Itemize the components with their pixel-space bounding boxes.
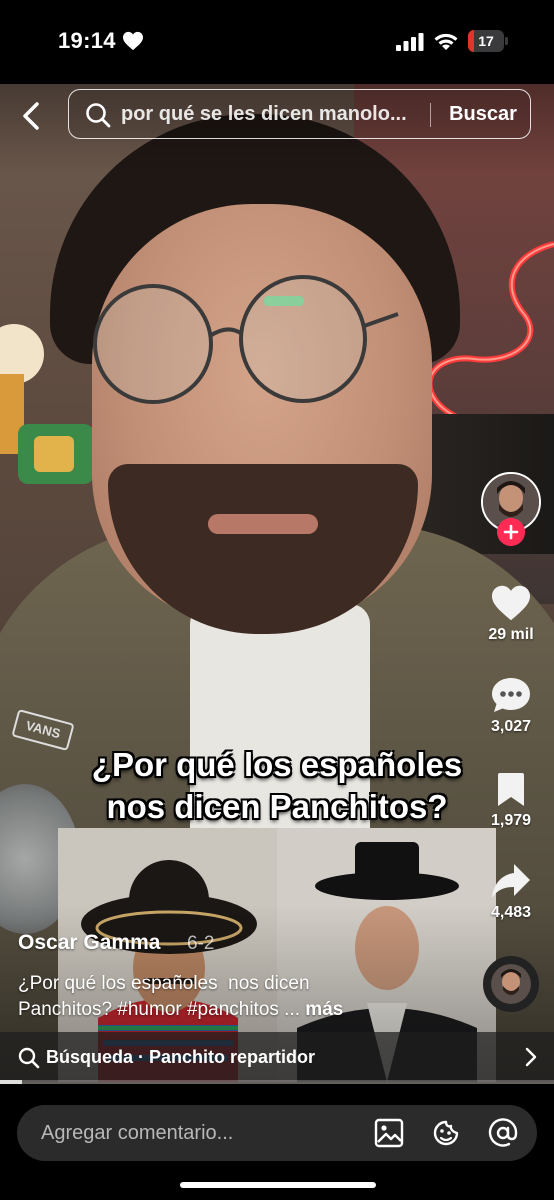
person-mouth (208, 514, 318, 534)
image-icon[interactable] (373, 1117, 405, 1149)
comment-button[interactable]: 3,027 (471, 676, 551, 736)
wifi-icon (434, 33, 458, 50)
caption-line-2: Panchitos? #humor #panchitos ... más (18, 997, 448, 1023)
battery-indicator: 17 (468, 30, 508, 52)
comment-count: 3,027 (490, 718, 532, 735)
comment-bubble-icon (492, 678, 530, 712)
related-search-text: Búsqueda · Panchito repartidor (46, 1047, 316, 1067)
comment-input[interactable]: Agregar comentario... (17, 1105, 537, 1161)
search-divider (430, 103, 431, 127)
status-bar: 19:14 17 (0, 0, 554, 84)
search-icon (86, 103, 111, 128)
home-indicator (180, 1182, 376, 1188)
save-button[interactable]: 1,979 (471, 772, 551, 830)
search-submit-button[interactable]: Buscar (441, 103, 525, 126)
author-name[interactable]: Oscar Gamma (18, 931, 160, 955)
comment-placeholder: Agregar comentario... (41, 1122, 234, 1144)
status-time: 19:14 (58, 28, 116, 53)
search-input[interactable]: por qué se les dicen manolo... (121, 103, 421, 126)
video-caption[interactable]: ¿Por qué los españoles nos dicen Panchit… (18, 971, 448, 1023)
post-date: 6-2 (187, 933, 215, 954)
save-count: 1,979 (490, 812, 532, 829)
glasses (93, 275, 399, 404)
battery-percent: 17 (478, 33, 494, 49)
caption-line-1: ¿Por qué los españoles nos dicen (18, 973, 310, 994)
emoji-icon[interactable] (430, 1117, 462, 1149)
share-button[interactable]: 4,483 (471, 862, 551, 922)
related-search-bar[interactable]: Búsqueda · Panchito repartidor (0, 1032, 554, 1082)
share-arrow-icon (492, 864, 530, 898)
like-count: 29 mil (488, 626, 534, 643)
back-button[interactable] (14, 98, 50, 134)
search-bar[interactable]: por qué se les dicen manolo... Buscar (68, 89, 531, 139)
search-icon (18, 1047, 40, 1069)
caption-more-link[interactable]: más (305, 999, 343, 1020)
cellular-signal-icon (396, 33, 424, 51)
music-disc-avatar (491, 964, 531, 1004)
like-button[interactable]: 29 mil (471, 584, 551, 644)
chevron-right-icon (525, 1047, 537, 1067)
at-icon[interactable] (487, 1117, 519, 1149)
heart-icon (492, 585, 530, 621)
bookmark-icon (498, 773, 524, 806)
caption-line-2-text: Panchitos? #humor #panchitos ... (18, 999, 301, 1020)
share-count: 4,483 (490, 904, 532, 921)
creator-avatar-group[interactable] (481, 472, 541, 546)
music-disc[interactable] (483, 956, 539, 1012)
heart-icon (123, 31, 143, 51)
follow-button[interactable] (497, 518, 525, 546)
